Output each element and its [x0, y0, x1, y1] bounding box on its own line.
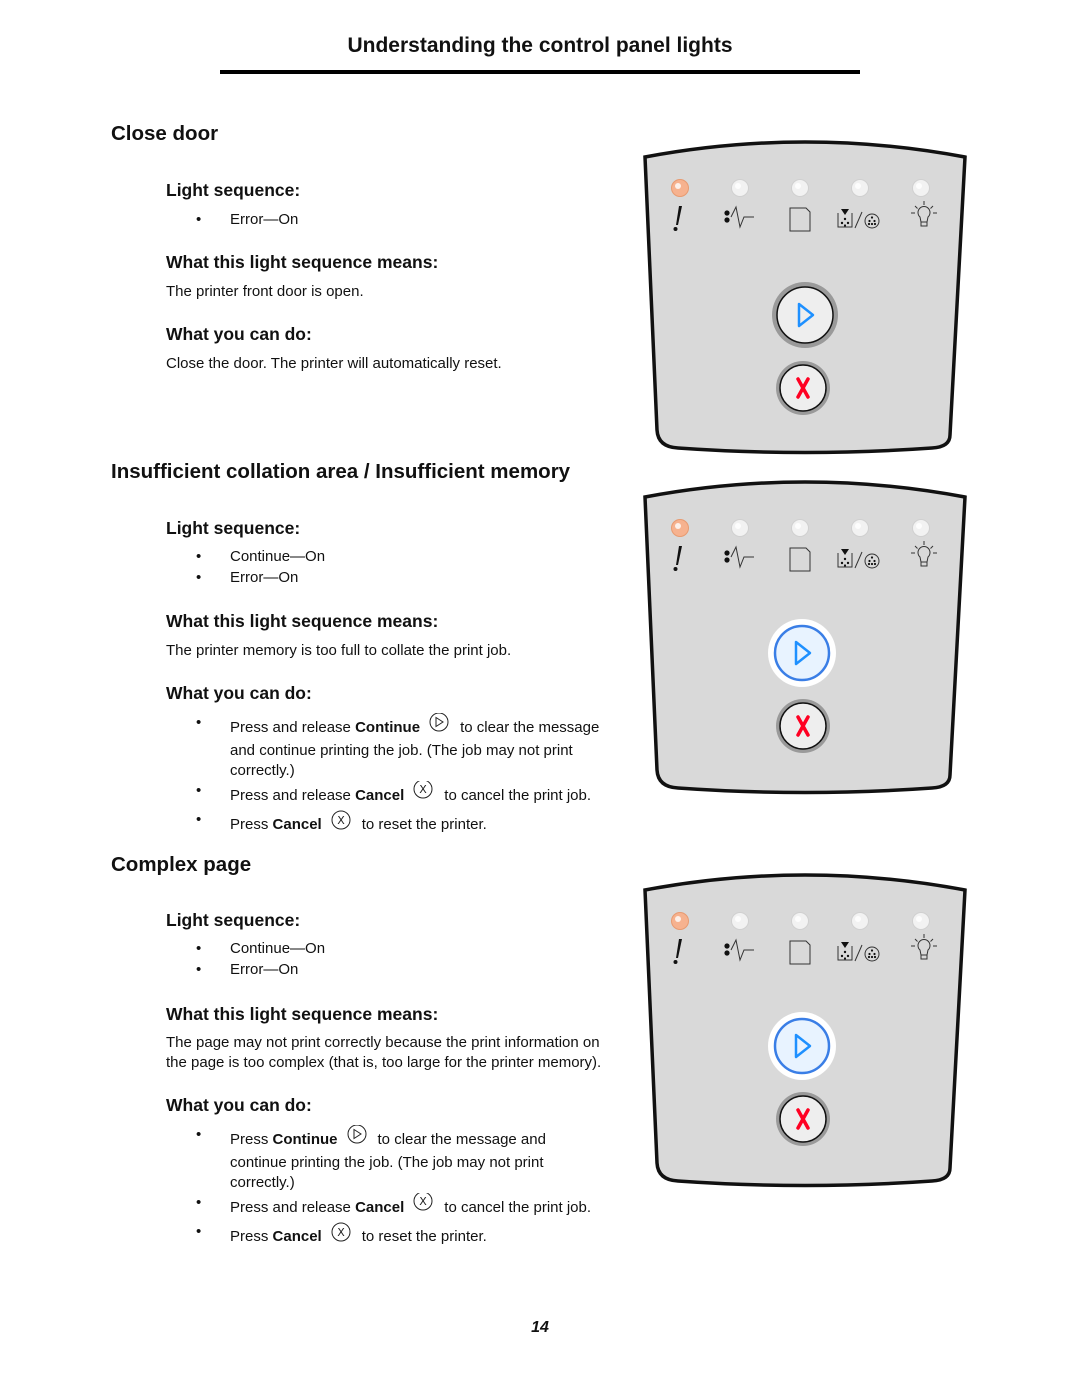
cancel-button[interactable]	[776, 361, 830, 415]
means-text: The page may not print correctly because…	[166, 1034, 602, 1071]
cancel-button[interactable]	[776, 699, 830, 753]
means-heading: What this light sequence means:	[166, 1004, 439, 1024]
what-you-can-do-heading: What you can do:	[166, 1095, 312, 1115]
led-toner-photoconductor	[851, 912, 869, 930]
continue-button[interactable]	[772, 282, 838, 348]
cancel-icon: X	[330, 1222, 352, 1250]
continue-button[interactable]	[768, 619, 836, 687]
section-title-close-door: Close door	[111, 122, 219, 145]
list-item: • Error—On	[196, 569, 299, 586]
led-toner-photoconductor	[851, 519, 869, 537]
action-list: • Press Continue to clear the message and…	[196, 1124, 630, 1250]
what-you-can-do-heading: What you can do:	[166, 324, 312, 344]
list-item: • Error—On	[196, 211, 299, 228]
continue-icon	[346, 1124, 368, 1153]
led-paper-jam	[731, 912, 749, 930]
led-toner-photoconductor	[851, 179, 869, 197]
control-panel-svg	[643, 140, 967, 455]
action-list: • Press and release Continue to clear the…	[196, 712, 630, 838]
led-light-bulb	[912, 519, 930, 537]
control-panel-svg	[643, 873, 967, 1188]
list-item: • Press and release Cancel Xto cancel the…	[196, 779, 630, 809]
list-item: • Press Cancel Xto reset the printer.	[196, 810, 630, 838]
led-paper-jam	[731, 179, 749, 197]
control-panel-illustration	[640, 475, 970, 795]
what-you-can-do-heading: What you can do:	[166, 683, 312, 703]
continue-icon	[428, 712, 450, 741]
means-heading: What this light sequence means:	[166, 611, 439, 631]
header-divider	[220, 70, 860, 74]
led-exclamation	[671, 912, 689, 930]
section-title-complex-page: Complex page	[111, 853, 252, 876]
led-exclamation	[671, 519, 689, 537]
led-light-bulb	[912, 912, 930, 930]
cancel-button[interactable]	[776, 1092, 830, 1146]
led-paper	[791, 179, 809, 197]
led-light-bulb	[912, 179, 930, 197]
list-item: • Press Cancel Xto reset the printer.	[196, 1222, 630, 1250]
svg-text:X: X	[420, 783, 428, 796]
means-heading: What this light sequence means:	[166, 252, 439, 272]
list-item: • Press Continue to clear the message and…	[196, 1124, 546, 1191]
svg-text:X: X	[337, 814, 345, 827]
section-title-insufficient-memory: Insufficient collation area / Insufficie…	[111, 460, 571, 483]
led-paper-jam	[731, 519, 749, 537]
svg-text:X: X	[420, 1195, 428, 1208]
cancel-icon: X	[412, 779, 434, 809]
control-panel-illustration	[640, 135, 970, 455]
list-item: • Press and release Continue to clear the…	[196, 712, 600, 779]
list-item: • Error—On	[196, 961, 299, 978]
light-sequence-heading: Light sequence:	[166, 910, 301, 930]
list-item: • Continue—On	[196, 940, 326, 957]
control-panel-svg	[643, 480, 967, 795]
cancel-icon: X	[412, 1191, 434, 1221]
page-number: 14	[531, 1319, 549, 1336]
light-sequence-list: • Continue—On • Error—On	[196, 547, 630, 588]
list-item: • Continue—On	[196, 548, 326, 565]
light-sequence-list: • Continue—On • Error—On	[196, 939, 630, 980]
action-text: Close the door. The printer will automat…	[166, 355, 502, 372]
led-paper	[791, 519, 809, 537]
svg-text:X: X	[337, 1226, 345, 1239]
light-sequence-heading: Light sequence:	[166, 180, 301, 200]
continue-button[interactable]	[768, 1012, 836, 1080]
page-title: Understanding the control panel lights	[347, 34, 733, 57]
means-text: The printer front door is open.	[166, 283, 364, 300]
led-paper	[791, 912, 809, 930]
led-exclamation	[671, 179, 689, 197]
light-sequence-heading: Light sequence:	[166, 518, 301, 538]
light-sequence-list: • Error—On	[196, 210, 630, 230]
control-panel-illustration	[640, 868, 970, 1188]
cancel-icon: X	[330, 810, 352, 838]
list-item: • Press and release Cancel Xto cancel the…	[196, 1191, 630, 1221]
means-text: The printer memory is too full to collat…	[166, 642, 512, 659]
